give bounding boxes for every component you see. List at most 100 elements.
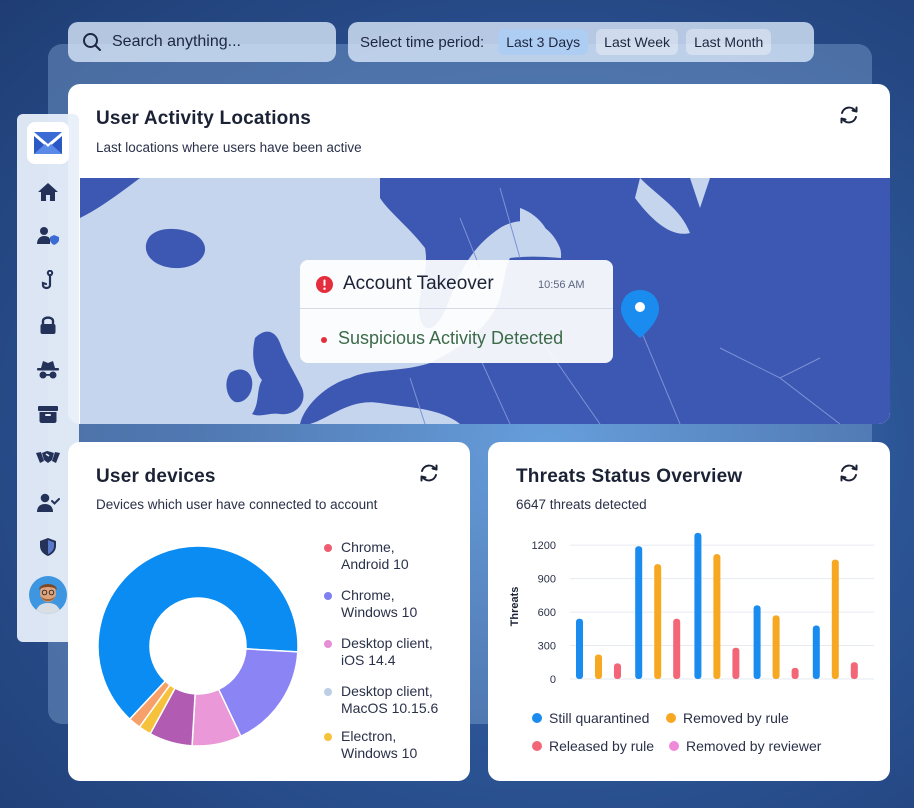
bar[interactable] xyxy=(732,647,740,679)
sidebar-item-incognito[interactable] xyxy=(28,352,68,388)
bar[interactable] xyxy=(595,654,602,679)
sidebar-item-user-protection[interactable] xyxy=(28,218,68,254)
sidebar-item-archive[interactable] xyxy=(28,396,68,432)
lock-icon xyxy=(40,316,56,335)
bar[interactable] xyxy=(791,667,799,679)
device-legend-label: Windows 10 xyxy=(341,745,418,761)
device-legend-item: Desktop client, MacOS 10.15.6 xyxy=(324,683,438,717)
legend-dot xyxy=(324,640,332,648)
envelope-logo-icon xyxy=(34,132,62,154)
sidebar-item-users[interactable] xyxy=(28,485,68,521)
legend-dot xyxy=(324,688,332,696)
user-devices-card: User devices Devices which user have con… xyxy=(68,442,470,781)
threat-legend-label: Released by rule xyxy=(549,738,655,754)
threat-legend-label: Removed by rule xyxy=(683,710,789,726)
legend-dot xyxy=(324,733,332,741)
bar[interactable] xyxy=(850,662,858,679)
y-tick-label: 900 xyxy=(538,574,556,586)
sidebar-item-partners[interactable] xyxy=(28,440,68,476)
threats-status-card: Threats Status Overview 6647 threats det… xyxy=(488,442,890,781)
search-icon xyxy=(83,33,101,51)
map-card-title: User Activity Locations xyxy=(96,108,312,129)
threats-card-title: Threats Status Overview xyxy=(516,466,743,487)
bar[interactable] xyxy=(654,564,662,679)
refresh-icon[interactable] xyxy=(838,462,860,484)
legend-dot xyxy=(666,713,676,723)
device-legend-label: Desktop client, xyxy=(341,635,433,651)
threats-card-subtitle: 6647 threats detected xyxy=(516,497,647,512)
time-period-selector: Select time period: Last 3 Days Last Wee… xyxy=(348,22,814,62)
phishing-hook-icon xyxy=(41,269,54,289)
y-tick-label: 300 xyxy=(538,641,556,653)
legend-dot xyxy=(532,741,542,751)
bar[interactable] xyxy=(673,618,681,679)
devices-card-title: User devices xyxy=(96,466,216,487)
sidebar-item-phishing[interactable] xyxy=(28,263,68,299)
threat-legend-item: Removed by rule xyxy=(666,710,789,726)
popup-title: Account Takeover xyxy=(343,273,494,294)
refresh-icon[interactable] xyxy=(418,462,440,484)
device-legend-label: Chrome, xyxy=(341,587,395,603)
archive-icon xyxy=(38,405,58,423)
device-legend-label: MacOS 10.15.6 xyxy=(341,700,439,716)
search-input[interactable]: Search anything... xyxy=(112,33,241,51)
device-legend-label: Electron, xyxy=(341,728,397,744)
sidebar-item-security[interactable] xyxy=(28,307,68,343)
sidebar-item-protection[interactable] xyxy=(28,529,68,565)
legend-dot xyxy=(669,741,679,751)
devices-donut-chart[interactable] xyxy=(96,544,300,748)
search-bar[interactable]: Search anything... xyxy=(68,22,336,62)
y-tick-label: 1200 xyxy=(532,540,556,552)
device-legend-label: iOS 14.4 xyxy=(341,652,396,668)
user-check-icon xyxy=(37,493,60,512)
popup-divider xyxy=(300,308,613,309)
app-logo[interactable] xyxy=(27,122,69,164)
devices-card-subtitle: Devices which user have connected to acc… xyxy=(96,497,378,512)
bar[interactable] xyxy=(831,559,839,679)
threat-legend-item: Removed by reviewer xyxy=(669,738,821,754)
threats-bar-chart[interactable]: 0 300 600 900 1200 Threats xyxy=(502,524,882,694)
bar[interactable] xyxy=(812,625,820,679)
period-option-last-month[interactable]: Last Month xyxy=(686,29,772,55)
legend-dot xyxy=(532,713,542,723)
legend-dot xyxy=(324,592,332,600)
bar[interactable] xyxy=(576,618,583,679)
device-legend-item: Electron, Windows 10 xyxy=(324,728,417,762)
bar[interactable] xyxy=(694,532,702,679)
period-option-last-3-days[interactable]: Last 3 Days xyxy=(498,29,589,55)
map-card-subtitle: Last locations where users have been act… xyxy=(96,140,362,155)
y-axis-label: Threats xyxy=(509,587,521,627)
period-option-last-week[interactable]: Last Week xyxy=(596,29,679,55)
account-takeover-popup[interactable]: Account Takeover 10:56 AM Suspicious Act… xyxy=(300,260,613,363)
legend-dot xyxy=(324,544,332,552)
bar[interactable] xyxy=(713,554,721,679)
user-activity-locations-card: User Activity Locations Last locations w… xyxy=(68,84,890,424)
threat-legend-label: Removed by reviewer xyxy=(686,738,822,754)
threat-legend-item: Still quarantined xyxy=(532,710,649,726)
device-legend-label: Desktop client, xyxy=(341,683,433,699)
device-legend-item: Chrome, Android 10 xyxy=(324,539,409,573)
popup-message: Suspicious Activity Detected xyxy=(338,328,564,348)
time-period-label: Select time period: xyxy=(360,33,485,51)
shield-icon xyxy=(40,538,56,557)
bar[interactable] xyxy=(753,605,761,679)
bar[interactable] xyxy=(772,615,780,679)
status-dot-icon xyxy=(321,337,327,343)
bar[interactable] xyxy=(614,663,621,679)
user-avatar[interactable] xyxy=(29,575,67,614)
incognito-icon xyxy=(37,360,59,379)
device-legend-item: Chrome, Windows 10 xyxy=(324,587,417,621)
handshake-icon xyxy=(36,451,60,464)
device-legend-label: Android 10 xyxy=(341,556,409,572)
device-legend-item: Desktop client, iOS 14.4 xyxy=(324,635,433,669)
device-legend-label: Windows 10 xyxy=(341,604,418,620)
y-tick-label: 600 xyxy=(538,607,556,619)
device-legend-label: Chrome, xyxy=(341,539,395,555)
y-tick-label: 0 xyxy=(550,674,556,686)
refresh-icon[interactable] xyxy=(838,104,860,126)
home-icon xyxy=(38,183,58,201)
avatar-image xyxy=(29,575,67,614)
popup-timestamp: 10:56 AM xyxy=(538,279,585,291)
bar[interactable] xyxy=(635,546,643,679)
sidebar-item-home[interactable] xyxy=(28,174,68,210)
